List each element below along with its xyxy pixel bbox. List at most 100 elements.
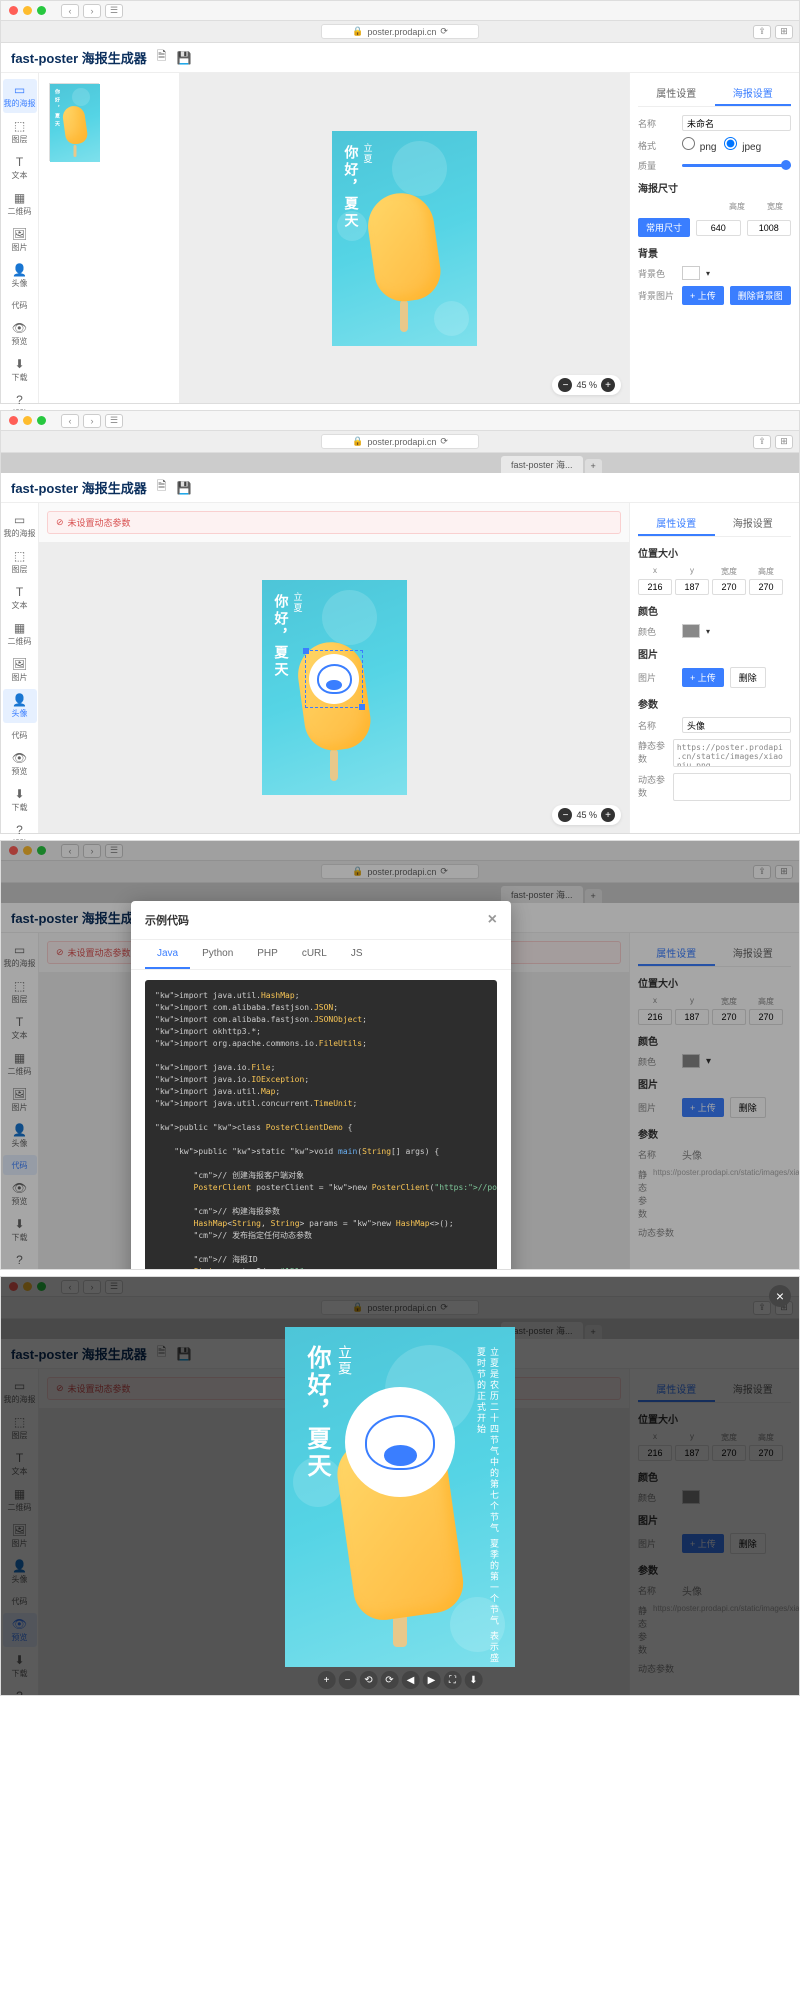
code-block[interactable]: "kw">import java.util.HashMap; "kw">impo…: [145, 980, 497, 1270]
url-box[interactable]: 🔒poster.prodapi.cn⟳: [321, 434, 479, 449]
zoom-in-button[interactable]: +: [601, 378, 615, 392]
preview-close-button[interactable]: ×: [769, 1285, 791, 1307]
maximize-window-icon[interactable]: [37, 416, 46, 425]
sidebar-item-4[interactable]: 🖼图片: [3, 223, 37, 257]
sidebar-item-8[interactable]: ⬇下载: [3, 353, 37, 387]
preview-control-7[interactable]: ⬇: [464, 1671, 482, 1689]
sidebar-toggle-button[interactable]: ☰: [105, 4, 123, 18]
upload-bg-button[interactable]: + 上传: [682, 286, 724, 305]
nav-forward-button[interactable]: ›: [83, 414, 101, 428]
sidebar-item-8[interactable]: ⬇下载: [3, 783, 37, 817]
poster-canvas[interactable]: 你好，夏天 立夏: [332, 131, 477, 346]
height-input[interactable]: [749, 579, 783, 595]
code-tab-curl[interactable]: cURL: [290, 940, 339, 969]
upload-image-button[interactable]: + 上传: [682, 668, 724, 687]
tab-poster-settings[interactable]: 海报设置: [715, 81, 792, 106]
sidebar-item-1[interactable]: ⬚图层: [3, 115, 37, 149]
color-swatch[interactable]: [682, 624, 700, 638]
minimize-window-icon[interactable]: [23, 6, 32, 15]
format-jpeg[interactable]: jpeg: [724, 137, 761, 153]
zoom-in-button[interactable]: +: [601, 808, 615, 822]
poster-main-text[interactable]: 你好，夏天: [272, 594, 292, 679]
sidebar-item-3[interactable]: ▦二维码: [3, 1047, 37, 1081]
sidebar-item-2[interactable]: T文本: [3, 1011, 37, 1045]
sidebar-item-0[interactable]: ▭我的海报: [3, 509, 37, 543]
sidebar-item-9[interactable]: ?帮助: [3, 1249, 37, 1270]
width-input[interactable]: [712, 579, 746, 595]
y-input[interactable]: [675, 579, 709, 595]
canvas-area[interactable]: 你好，夏天 立夏 − 45 % +: [179, 73, 629, 403]
name-input[interactable]: [682, 115, 791, 131]
bgcolor-swatch[interactable]: [682, 266, 700, 280]
poster-sub-text[interactable]: 立夏: [292, 592, 305, 614]
sidebar-item-3[interactable]: ▦二维码: [3, 187, 37, 221]
tabs-button[interactable]: ⊞: [775, 435, 793, 449]
preview-control-3[interactable]: ⟳: [380, 1671, 398, 1689]
save-poster-button[interactable]: 💾: [176, 51, 191, 65]
param-name-input[interactable]: [682, 717, 791, 733]
code-tab-python[interactable]: Python: [190, 940, 245, 969]
save-poster-button[interactable]: 💾: [176, 481, 191, 495]
code-tab-js[interactable]: JS: [339, 940, 375, 969]
poster-thumbnail[interactable]: 你好，夏天: [49, 83, 99, 161]
nav-back-button[interactable]: ‹: [61, 4, 79, 18]
avatar-selection-box[interactable]: [305, 650, 363, 708]
preset-size-button[interactable]: 常用尺寸: [638, 218, 690, 237]
poster-main-text[interactable]: 你好，夏天: [342, 145, 362, 230]
sidebar-item-2[interactable]: T文本: [3, 151, 37, 185]
sidebar-item-0[interactable]: ▭我的海报: [3, 79, 37, 113]
poster-canvas[interactable]: 你好，夏天 立夏: [262, 580, 407, 795]
preview-control-6[interactable]: ⛶: [443, 1671, 461, 1689]
sidebar-item-6[interactable]: 代码: [3, 295, 37, 315]
static-param-input[interactable]: https://poster.prodapi.cn/static/images/…: [673, 739, 791, 767]
minimize-window-icon[interactable]: [23, 416, 32, 425]
x-input[interactable]: [638, 579, 672, 595]
share-button[interactable]: ⇪: [753, 25, 771, 39]
zoom-out-button[interactable]: −: [558, 808, 572, 822]
sidebar-item-5[interactable]: 👤头像: [3, 689, 37, 723]
close-window-icon[interactable]: [9, 416, 18, 425]
modal-close-button[interactable]: ×: [488, 911, 497, 929]
width-input[interactable]: [696, 220, 741, 236]
browser-tab[interactable]: fast-poster 海...: [501, 456, 583, 473]
nav-forward-button[interactable]: ›: [83, 4, 101, 18]
code-tab-php[interactable]: PHP: [245, 940, 290, 969]
preview-control-5[interactable]: ▶: [422, 1671, 440, 1689]
sidebar-item-7[interactable]: 👁预览: [3, 1177, 37, 1211]
share-button[interactable]: ⇪: [753, 435, 771, 449]
sidebar-item-1[interactable]: ⬚图层: [3, 975, 37, 1009]
sidebar-item-5[interactable]: 👤头像: [3, 259, 37, 293]
maximize-window-icon[interactable]: [37, 6, 46, 15]
sidebar-item-4[interactable]: 🖼图片: [3, 1083, 37, 1117]
code-tab-java[interactable]: Java: [145, 940, 190, 969]
tab-poster-settings[interactable]: 海报设置: [715, 511, 792, 536]
sidebar-item-6[interactable]: 代码: [3, 1155, 37, 1175]
tab-attributes[interactable]: 属性设置: [638, 511, 715, 536]
new-tab-button[interactable]: +: [585, 459, 602, 473]
sidebar-item-5[interactable]: 👤头像: [3, 1119, 37, 1153]
dynamic-param-input[interactable]: [673, 773, 791, 801]
close-window-icon[interactable]: [9, 6, 18, 15]
refresh-icon[interactable]: ⟳: [440, 26, 448, 37]
tab-attributes[interactable]: 属性设置: [638, 81, 715, 106]
preview-control-2[interactable]: ⟲: [359, 1671, 377, 1689]
sidebar-toggle-button[interactable]: ☰: [105, 414, 123, 428]
quality-slider[interactable]: [682, 164, 791, 167]
preview-control-4[interactable]: ◀: [401, 1671, 419, 1689]
tabs-button[interactable]: ⊞: [775, 25, 793, 39]
nav-back-button[interactable]: ‹: [61, 414, 79, 428]
avatar-image[interactable]: [309, 654, 359, 704]
url-box[interactable]: 🔒 poster.prodapi.cn ⟳: [321, 24, 479, 39]
sidebar-item-4[interactable]: 🖼图片: [3, 653, 37, 687]
sidebar-item-7[interactable]: 👁预览: [3, 747, 37, 781]
zoom-out-button[interactable]: −: [558, 378, 572, 392]
preview-control-0[interactable]: +: [317, 1671, 335, 1689]
poster-sub-text[interactable]: 立夏: [362, 143, 375, 165]
new-poster-button[interactable]: 🗎: [157, 47, 167, 68]
sidebar-item-1[interactable]: ⬚图层: [3, 545, 37, 579]
sidebar-item-8[interactable]: ⬇下载: [3, 1213, 37, 1247]
canvas-area[interactable]: 你好，夏天 立夏 −45 %+: [39, 542, 629, 833]
remove-bg-button[interactable]: 删除背景图: [730, 286, 791, 305]
delete-image-button[interactable]: 删除: [730, 667, 766, 688]
preview-control-1[interactable]: −: [338, 1671, 356, 1689]
